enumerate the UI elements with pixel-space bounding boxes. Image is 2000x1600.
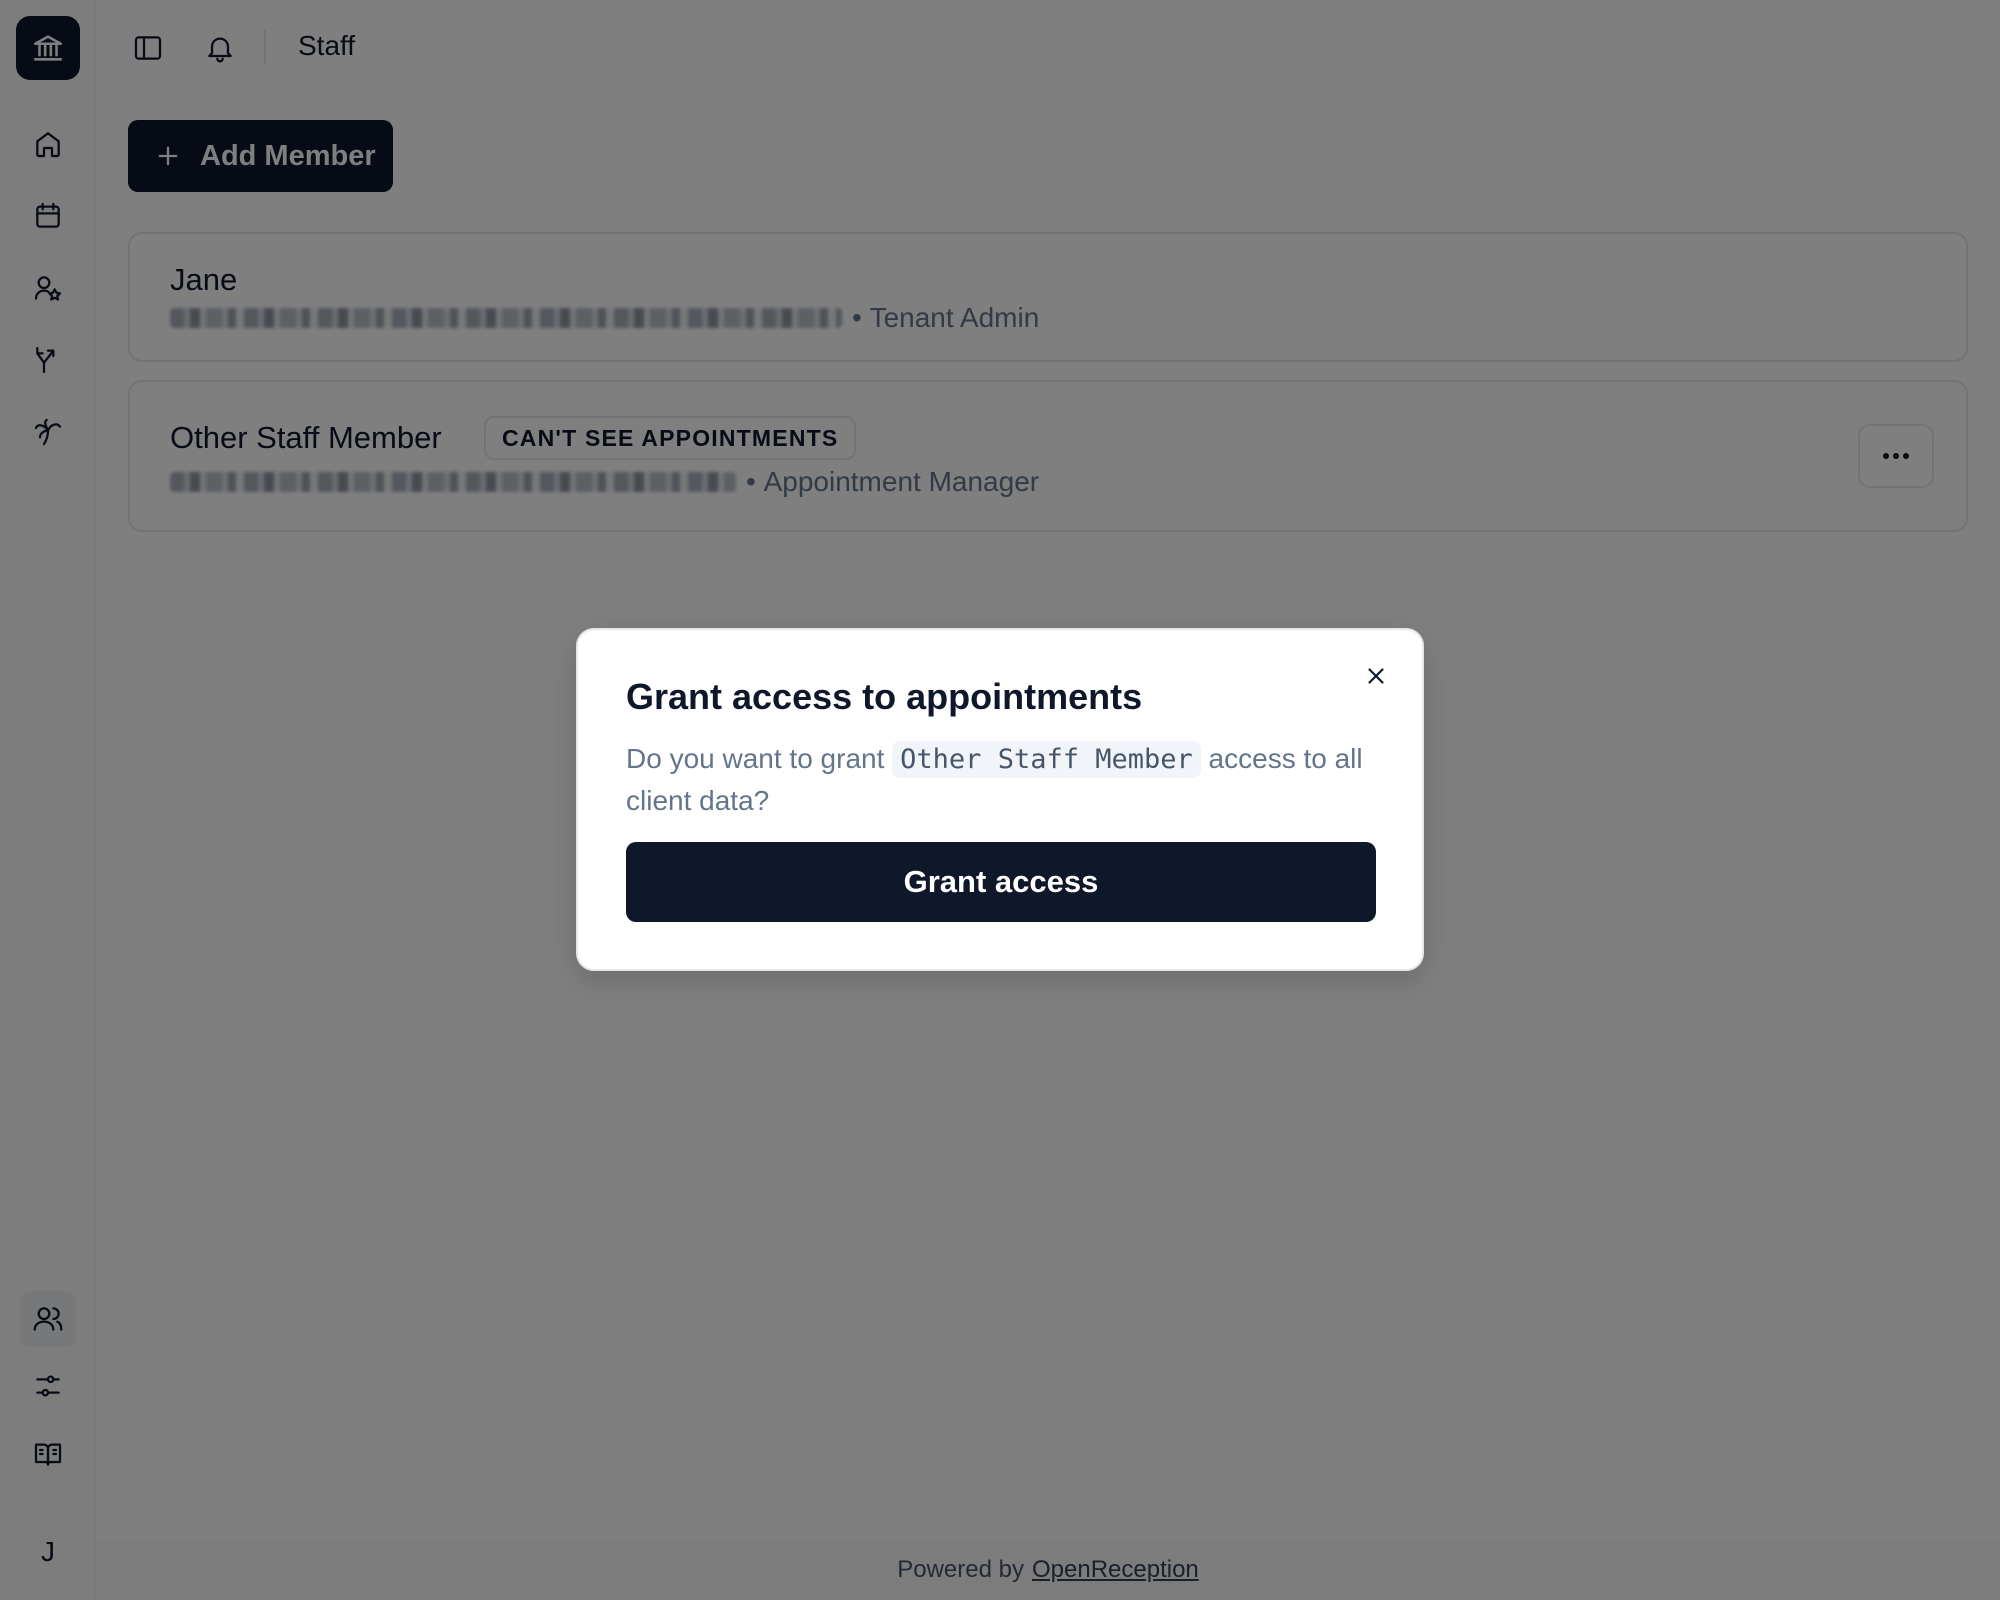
grant-access-button[interactable]: Grant access: [626, 842, 1376, 922]
grant-access-dialog: Grant access to appointments Do you want…: [576, 628, 1424, 971]
dialog-title: Grant access to appointments: [626, 676, 1143, 717]
close-icon[interactable]: [1354, 654, 1398, 698]
dialog-text-before: Do you want to grant: [626, 743, 885, 774]
dialog-description: Do you want to grant Other Staff Member …: [626, 738, 1386, 821]
member-name-code: Other Staff Member: [892, 741, 1201, 778]
